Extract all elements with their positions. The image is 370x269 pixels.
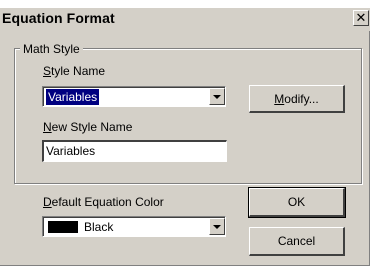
color-dropdown-button[interactable] <box>209 218 225 235</box>
style-name-label-rest: tyle Name <box>51 64 106 78</box>
new-style-name-value: Variables <box>46 144 96 158</box>
modify-mnemonic: M <box>274 91 285 106</box>
default-equation-color-label: Default Equation Color <box>43 195 164 209</box>
new-style-name-label: New Style Name <box>43 120 132 134</box>
equation-format-dialog: Equation Format ✕ Math Style Style Name … <box>0 8 370 266</box>
chevron-down-icon <box>213 224 221 229</box>
default-equation-color-combobox[interactable]: Black <box>42 216 226 237</box>
close-icon: ✕ <box>355 10 367 26</box>
ok-button[interactable]: OK <box>248 187 346 218</box>
default-equation-color-value: Black <box>84 220 114 234</box>
close-button[interactable]: ✕ <box>353 10 369 26</box>
math-style-group-label: Math Style <box>20 42 83 56</box>
default-color-mnemonic: D <box>43 195 52 209</box>
title-bar: Equation Format ✕ <box>0 8 370 31</box>
modify-button[interactable]: Modify... <box>249 85 345 113</box>
style-name-dropdown-button[interactable] <box>209 88 225 105</box>
style-name-label: Style Name <box>43 64 105 78</box>
new-style-mnemonic: N <box>43 120 52 134</box>
style-name-mnemonic: S <box>43 64 52 78</box>
chevron-down-icon <box>213 94 221 99</box>
new-style-label-rest: ew Style Name <box>51 120 133 134</box>
style-name-combobox[interactable]: Variables <box>42 86 226 107</box>
cancel-button[interactable]: Cancel <box>249 227 345 256</box>
style-name-value: Variables <box>46 89 100 105</box>
modify-label-rest: odify... <box>284 91 319 106</box>
color-swatch <box>48 221 78 233</box>
new-style-name-input[interactable]: Variables <box>42 140 227 162</box>
dialog-title: Equation Format <box>2 10 115 26</box>
default-color-label-rest: efault Equation Color <box>51 195 164 209</box>
